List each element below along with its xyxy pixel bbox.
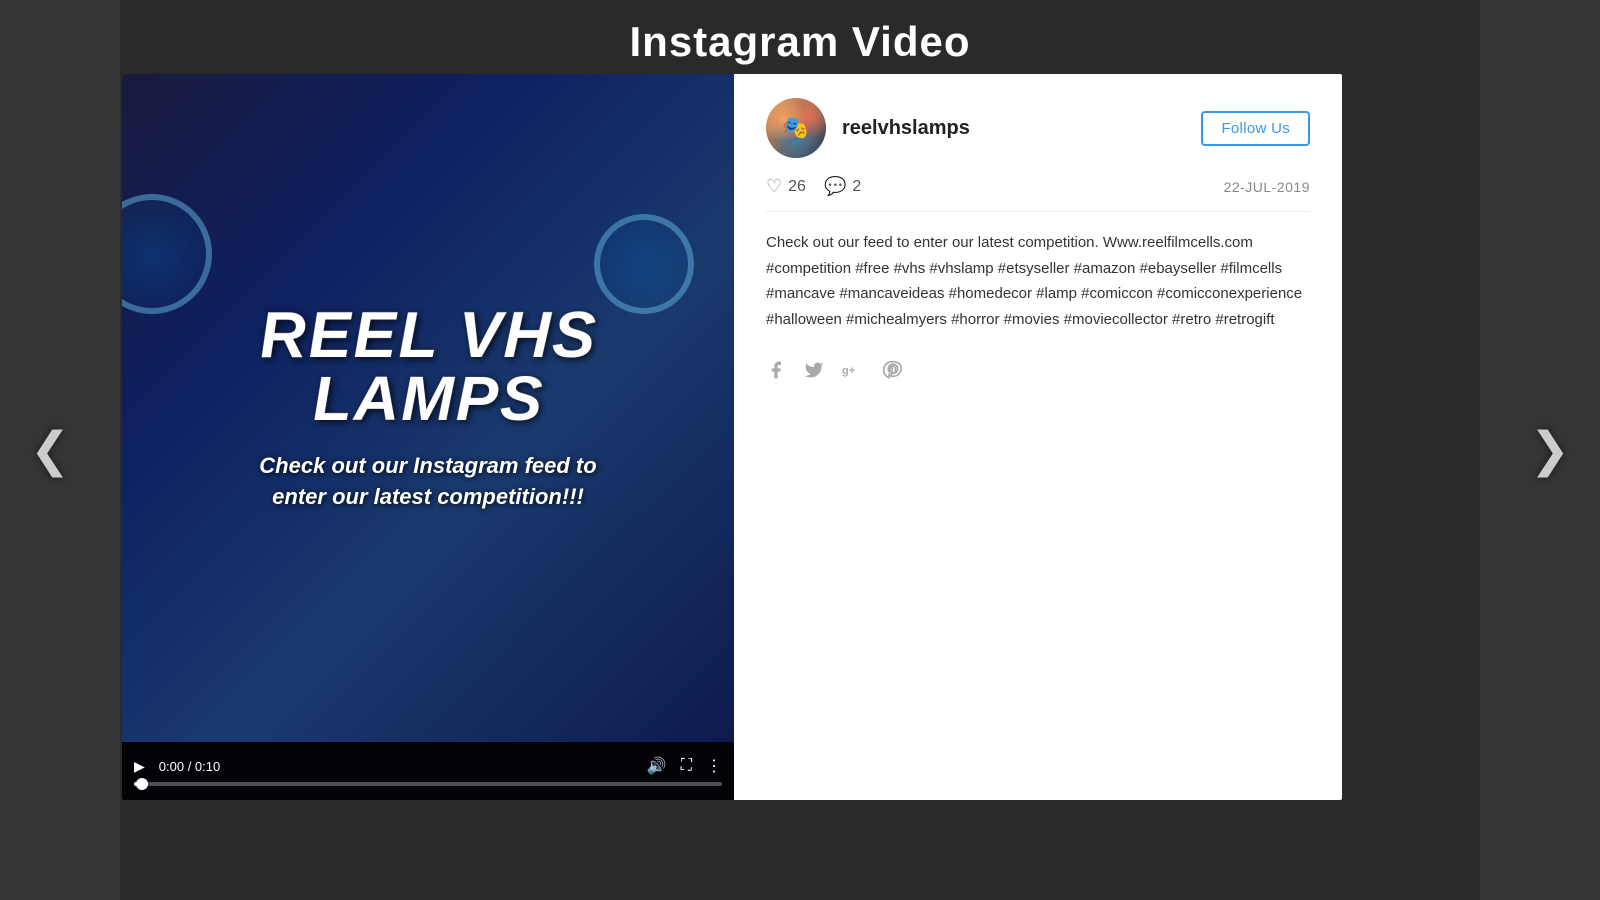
video-title-line1: REEL VHS LAMPS — [257, 302, 598, 430]
prev-arrow[interactable]: ❮ — [30, 422, 70, 478]
progress-dot — [136, 778, 148, 790]
fullscreen-icon[interactable]: ⛶ — [681, 757, 692, 775]
heart-icon: ♡ — [766, 176, 782, 197]
play-button[interactable]: ▶ — [134, 758, 145, 775]
comments-count: 2 — [852, 178, 861, 196]
progress-bar[interactable] — [134, 782, 722, 786]
divider — [766, 211, 1310, 212]
avatar: 🎭 — [766, 98, 826, 158]
likes-count: 26 — [788, 178, 806, 196]
profile-row: 🎭 reelvhslamps Follow Us — [766, 98, 1310, 158]
video-overlay: REEL VHS LAMPS Check out our Instagram f… — [122, 74, 734, 742]
follow-button[interactable]: Follow Us — [1201, 111, 1310, 146]
username: reelvhslamps — [842, 117, 970, 140]
likes-stat: ♡ 26 — [766, 176, 806, 197]
post-date: 22-JUL-2019 — [1224, 179, 1310, 195]
facebook-share-icon[interactable] — [766, 360, 786, 386]
svg-text:g+: g+ — [842, 365, 855, 377]
twitter-share-icon[interactable] — [804, 360, 824, 386]
video-subtitle: Check out our Instagram feed to enter ou… — [238, 451, 618, 513]
googleplus-share-icon[interactable]: g+ — [842, 360, 864, 386]
more-options-icon[interactable]: ⋮ — [706, 756, 722, 776]
caption: Check out our feed to enter our latest c… — [766, 230, 1310, 332]
video-controls: ▶ 0:00 / 0:10 🔊 ⛶ ⋮ — [122, 742, 734, 800]
volume-icon[interactable]: 🔊 — [647, 756, 667, 776]
time-display: 0:00 / 0:10 — [159, 759, 220, 774]
comment-icon: 💬 — [824, 176, 846, 197]
avatar-inner: 🎭 — [766, 98, 826, 158]
next-arrow[interactable]: ❯ — [1530, 422, 1570, 478]
info-section: 🎭 reelvhslamps Follow Us ♡ 26 💬 2 22-JUL… — [734, 74, 1342, 800]
progress-fill — [134, 782, 142, 786]
video-thumbnail[interactable]: REEL VHS LAMPS Check out our Instagram f… — [122, 74, 734, 742]
profile-left: 🎭 reelvhslamps — [766, 98, 970, 158]
pinterest-share-icon[interactable] — [882, 360, 902, 386]
stats-row: ♡ 26 💬 2 22-JUL-2019 — [766, 176, 1310, 197]
page-title: Instagram Video — [0, 0, 1600, 80]
comments-stat: 💬 2 — [824, 176, 861, 197]
social-icons-row: g+ — [766, 360, 1310, 386]
video-section: REEL VHS LAMPS Check out our Instagram f… — [122, 74, 734, 800]
instagram-card: REEL VHS LAMPS Check out our Instagram f… — [122, 74, 1342, 800]
